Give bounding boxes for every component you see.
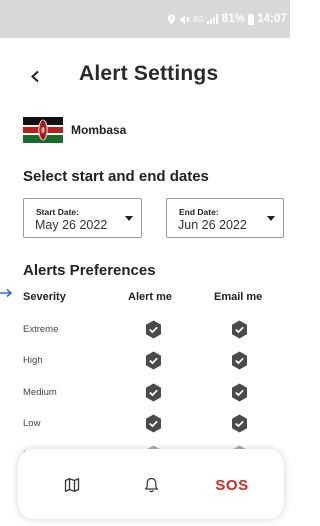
start-date-select[interactable]: Start Date: May 26 2022: [23, 198, 142, 238]
email-check-icon[interactable]: [231, 383, 248, 402]
signal-icon: [206, 14, 218, 24]
bell-icon: [144, 477, 158, 493]
battery-icon: [248, 13, 255, 25]
kenya-flag-icon: [23, 117, 63, 143]
clock: 14:07: [257, 13, 287, 25]
network-type: 4G: [192, 14, 204, 24]
email-check-icon[interactable]: [231, 414, 248, 433]
column-email-me: Email me: [214, 291, 263, 303]
email-check-icon[interactable]: [231, 351, 248, 370]
alert-check-icon[interactable]: [145, 414, 162, 433]
end-date-value: Jun 26 2022: [178, 218, 247, 232]
preferences-table-header: Severity Alert me Email me: [0, 291, 290, 309]
column-alert-me: Alert me: [128, 291, 173, 303]
caret-down-icon: [267, 216, 275, 221]
email-check-icon[interactable]: [231, 320, 248, 339]
nav-alerts-button[interactable]: [141, 474, 161, 496]
end-date-select[interactable]: End Date: Jun 26 2022: [166, 198, 284, 238]
nav-map-button[interactable]: [62, 474, 82, 496]
preferences-section-title: Alerts Preferences: [23, 262, 156, 279]
map-icon: [64, 478, 80, 492]
end-date-label: End Date:: [179, 207, 219, 217]
start-date-value: May 26 2022: [35, 218, 108, 232]
page-title: Alert Settings: [79, 62, 219, 85]
severity-label: Medium: [23, 387, 57, 398]
alert-check-icon[interactable]: [145, 351, 162, 370]
table-row: Low: [0, 414, 290, 434]
battery-percent: 81%: [221, 13, 246, 25]
dates-section-title: Select start and end dates: [23, 168, 209, 185]
chevron-left-icon: [31, 70, 39, 83]
back-button[interactable]: [26, 64, 48, 90]
table-row: Extreme: [0, 320, 290, 340]
severity-label: Extreme: [23, 324, 59, 335]
alert-check-icon[interactable]: [145, 320, 162, 339]
table-row: Medium: [0, 383, 290, 403]
severity-label: Low: [23, 418, 41, 429]
start-date-label: Start Date:: [36, 207, 79, 217]
caret-down-icon: [125, 216, 133, 221]
status-bar: 4G 81% 14:07: [0, 0, 290, 38]
location-icon: [167, 14, 175, 24]
bottom-nav: SOS: [18, 449, 284, 519]
table-row: High: [0, 351, 290, 371]
column-severity: Severity: [23, 291, 66, 303]
location-name: Mombasa: [71, 123, 127, 137]
sos-button[interactable]: SOS: [210, 474, 254, 496]
location-row: Mombasa: [23, 117, 126, 143]
mute-icon: [179, 14, 190, 24]
header: Alert Settings: [0, 60, 290, 94]
severity-label: High: [23, 355, 43, 366]
alert-check-icon[interactable]: [145, 383, 162, 402]
